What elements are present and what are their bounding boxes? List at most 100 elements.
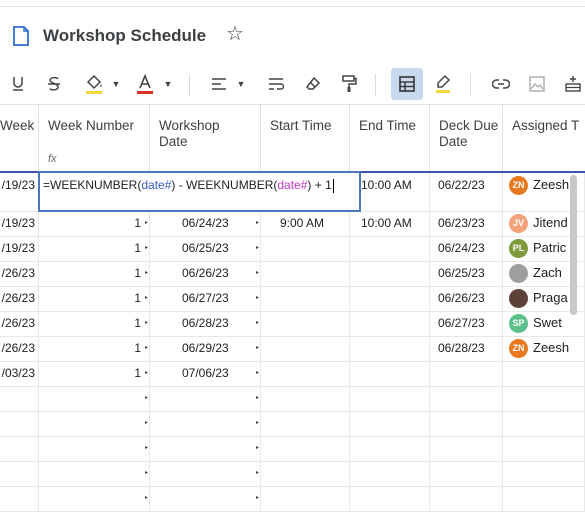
cell-end[interactable] [350,336,430,361]
fill-color-icon[interactable] [82,66,106,102]
cell-date[interactable]: ▸ [150,486,261,511]
cell-start[interactable] [261,386,350,411]
cell-week[interactable]: /19/23 [0,173,39,211]
cell-date[interactable]: 06/29/23 ▸ [150,336,261,361]
vertical-scrollbar[interactable] [570,175,577,315]
grid-view-icon[interactable] [391,68,423,100]
cell-num[interactable]: 1 ▸ [39,336,150,361]
cell-end[interactable] [350,361,430,386]
cell-deck[interactable]: 06/26/23 [430,286,503,311]
star-icon[interactable]: ☆ [226,24,244,44]
cell-start[interactable] [261,236,350,261]
cell-week[interactable]: /26/23 [0,286,39,311]
wrap-icon[interactable] [265,66,287,102]
cell-start[interactable] [261,411,350,436]
highlight-icon[interactable] [432,66,454,102]
cell-date[interactable]: 06/28/23 ▸ [150,311,261,336]
cell-num[interactable]: ▸ [39,436,150,461]
cell-assigned[interactable] [503,461,585,486]
column-header-week[interactable]: Week [0,105,39,171]
cell-start[interactable] [261,461,350,486]
cell-deck[interactable]: 06/27/23 [430,311,503,336]
link-icon[interactable] [490,66,512,102]
cell-deck[interactable]: 06/22/23 [430,173,503,211]
cell-end[interactable] [350,261,430,286]
cell-deck[interactable] [430,461,503,486]
cell-week[interactable]: /26/23 [0,311,39,336]
cell-date[interactable]: ▸ [150,411,261,436]
cell-week[interactable]: /26/23 [0,336,39,361]
cell-date[interactable]: 06/26/23 ▸ [150,261,261,286]
cell-deck[interactable] [430,361,503,386]
cell-num[interactable]: 1 ▸ [39,236,150,261]
cell-date[interactable]: ▸ [150,436,261,461]
cell-end[interactable] [350,461,430,486]
cell-date[interactable]: 06/25/23 ▸ [150,236,261,261]
cell-num[interactable]: ▸ [39,461,150,486]
cell-deck[interactable]: 06/25/23 [430,261,503,286]
cell-week[interactable] [0,461,39,486]
cell-week[interactable]: /19/23 [0,236,39,261]
cell-end[interactable] [350,436,430,461]
column-header-start-time[interactable]: Start Time [261,105,350,171]
cell-date[interactable]: 07/06/23 ▸ [150,361,261,386]
strikethrough-icon[interactable] [44,66,64,102]
cell-end[interactable] [350,236,430,261]
cell-deck[interactable] [430,436,503,461]
cell-end[interactable] [350,411,430,436]
cell-date[interactable]: ▸ [150,461,261,486]
cell-end[interactable]: 10:00 AM [350,211,430,236]
cell-end[interactable] [350,486,430,511]
cell-week[interactable] [0,386,39,411]
fill-color-dropdown-icon[interactable]: ▼ [110,66,122,102]
cell-deck[interactable] [430,386,503,411]
cell-deck[interactable]: 06/23/23 [430,211,503,236]
image-icon[interactable] [526,66,548,102]
cell-start[interactable] [261,261,350,286]
cell-week[interactable] [0,486,39,511]
cell-end[interactable]: 10:00 AM [350,173,430,211]
cell-assigned[interactable] [503,411,585,436]
cell-deck[interactable]: 06/24/23 [430,236,503,261]
cell-num[interactable]: 1 ▸ [39,286,150,311]
cell-start[interactable] [261,286,350,311]
text-color-icon[interactable] [134,66,156,102]
column-header-workshop-date[interactable]: Workshop Date [150,105,261,171]
cell-start[interactable] [261,336,350,361]
text-color-dropdown-icon[interactable]: ▼ [162,66,174,102]
cell-end[interactable] [350,286,430,311]
align-icon[interactable] [208,66,230,102]
cell-num[interactable]: 1 ▸ [39,311,150,336]
cell-date[interactable]: ▸ [150,386,261,411]
cell-start[interactable] [261,311,350,336]
column-header-deck-due-date[interactable]: Deck Due Date [430,105,503,171]
cell-num[interactable]: 1 ▸ [39,261,150,286]
align-dropdown-icon[interactable]: ▼ [235,66,247,102]
cell-date[interactable]: 06/27/23 ▸ [150,286,261,311]
format-painter-icon[interactable] [338,66,360,102]
cell-assigned[interactable] [503,436,585,461]
cell-deck[interactable]: 06/28/23 [430,336,503,361]
cell-num[interactable]: 1 ▸ [39,361,150,386]
underline-icon[interactable] [8,66,28,102]
clear-format-icon[interactable] [302,66,324,102]
cell-week[interactable]: /03/23 [0,361,39,386]
cell-start[interactable] [261,361,350,386]
cell-end[interactable] [350,311,430,336]
insert-row-icon[interactable] [562,66,584,102]
cell-assigned[interactable] [503,386,585,411]
column-header-end-time[interactable]: End Time [350,105,430,171]
cell-start[interactable] [261,436,350,461]
cell-start[interactable]: 9:00 AM [261,211,350,236]
cell-week[interactable]: /19/23 [0,211,39,236]
cell-assigned[interactable] [503,486,585,511]
cell-end[interactable] [350,386,430,411]
cell-week[interactable] [0,411,39,436]
cell-week[interactable] [0,436,39,461]
cell-deck[interactable] [430,411,503,436]
cell-num[interactable]: ▸ [39,486,150,511]
formula-editor[interactable]: =WEEKNUMBER(date#) - WEEKNUMBER(date#) +… [38,171,361,212]
cell-week[interactable]: /26/23 [0,261,39,286]
cell-start[interactable] [261,486,350,511]
column-header-assigned[interactable]: Assigned T [503,105,585,171]
